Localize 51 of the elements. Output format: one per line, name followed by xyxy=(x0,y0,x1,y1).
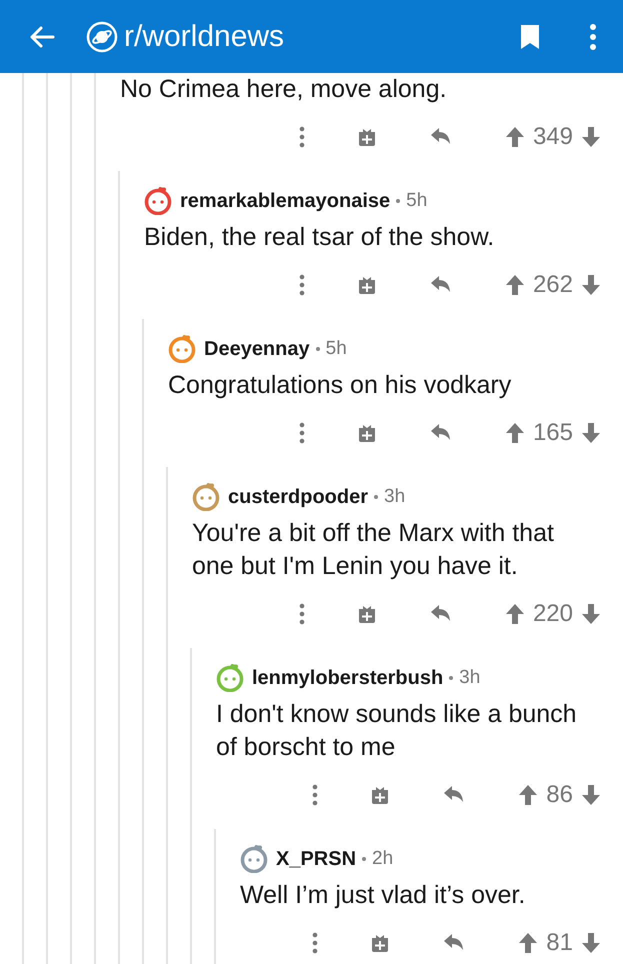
downvote-icon[interactable] xyxy=(581,274,601,296)
gift-icon[interactable] xyxy=(356,275,377,295)
planet-icon xyxy=(86,20,118,52)
more-options-icon[interactable] xyxy=(298,274,305,296)
vote-score: 220 xyxy=(532,600,573,628)
back-arrow-icon[interactable] xyxy=(28,24,56,48)
vote-score: 81 xyxy=(546,929,573,957)
comment-text: You're a bit off the Marx with that one but I'm Lenin you have it. xyxy=(192,518,555,582)
comment-age: 2h xyxy=(372,848,394,870)
downvote-icon[interactable] xyxy=(581,784,601,806)
downvote-icon[interactable] xyxy=(581,603,601,625)
username[interactable]: Deeyennay xyxy=(204,338,310,360)
more-options-icon[interactable] xyxy=(312,932,318,954)
vote-score: 262 xyxy=(532,271,573,299)
comment-text: No Crimea here, move along. xyxy=(120,74,448,105)
comment-text: I don't know sounds like a bunch of borscht to me xyxy=(216,699,578,763)
comment-text: Well I’m just vlad it’s over. xyxy=(240,880,526,911)
comment-age: 5h xyxy=(326,338,347,360)
more-options-icon[interactable] xyxy=(298,603,305,625)
upvote-icon[interactable] xyxy=(518,932,538,954)
comment-text: Biden, the real tsar of the show. xyxy=(144,222,496,253)
gift-icon[interactable] xyxy=(356,604,377,624)
username[interactable]: X_PRSN xyxy=(276,848,356,870)
downvote-icon[interactable] xyxy=(581,126,601,148)
username[interactable]: custerdpooder xyxy=(228,486,368,508)
username[interactable]: remarkablemayonaise xyxy=(180,190,390,212)
username[interactable]: lenmylobersterbush xyxy=(252,666,444,690)
downvote-icon[interactable] xyxy=(581,422,601,444)
vote-score: 349 xyxy=(532,123,573,151)
comment-text: Congratulations on his vodkary xyxy=(168,370,512,401)
comment-age: 3h xyxy=(459,667,480,689)
bookmark-icon[interactable] xyxy=(519,22,541,50)
menu-icon[interactable] xyxy=(589,24,597,50)
more-options-icon[interactable] xyxy=(298,422,305,444)
upvote-icon[interactable] xyxy=(504,422,525,444)
comment-age: 5h xyxy=(406,190,428,212)
vote-score: 86 xyxy=(546,781,573,809)
downvote-icon[interactable] xyxy=(581,932,601,954)
upvote-icon[interactable] xyxy=(504,603,525,625)
gift-icon[interactable] xyxy=(356,423,377,443)
upvote-icon[interactable] xyxy=(518,784,538,806)
comment-age: 3h xyxy=(384,486,406,508)
gift-icon[interactable] xyxy=(356,127,377,147)
vote-score: 165 xyxy=(532,419,573,447)
subreddit-title: r/worldnews xyxy=(124,20,286,54)
upvote-icon[interactable] xyxy=(504,274,525,296)
gift-icon[interactable] xyxy=(370,785,390,805)
gift-icon[interactable] xyxy=(370,933,390,953)
more-options-icon[interactable] xyxy=(298,126,305,148)
upvote-icon[interactable] xyxy=(504,126,525,148)
more-options-icon[interactable] xyxy=(312,784,318,806)
